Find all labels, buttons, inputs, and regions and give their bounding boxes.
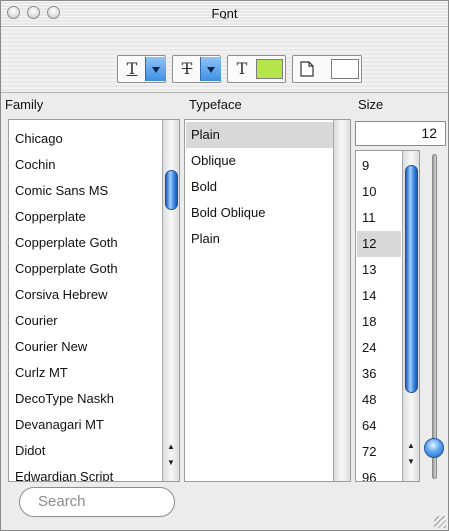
list-item[interactable]: 48 [362,387,396,413]
size-scrollbar[interactable]: ▲ ▼ [402,151,419,481]
list-item[interactable]: DecoType Naskh [15,386,163,412]
list-item[interactable]: Oblique [191,148,331,174]
list-item[interactable]: Comic Sans MS [15,178,163,204]
list-item[interactable]: 64 [362,413,396,439]
strikethrough-icon: T [181,59,193,78]
search-field[interactable]: Search [19,487,175,517]
scroll-up-arrow-icon[interactable]: ▲ [163,440,179,454]
list-item[interactable]: 18 [362,309,396,335]
typeface-list[interactable]: Plain Oblique Bold Bold Oblique Plain [184,119,351,482]
family-scrollbar[interactable]: ▲ ▼ [162,120,179,481]
list-item[interactable]: Courier [15,308,163,334]
strikethrough-button[interactable]: T [172,55,221,83]
size-list[interactable]: 9 10 11 12 13 14 18 24 36 48 64 72 96 ▲ … [355,150,420,482]
title-bar[interactable]: Font ⌃ [1,1,448,27]
size-input[interactable]: 12 [355,121,446,146]
list-item[interactable]: Plain [191,226,331,252]
strikethrough-dropdown-arrow-icon[interactable] [200,57,221,81]
list-item[interactable]: Cochin [15,152,163,178]
list-item[interactable]: 14 [362,283,396,309]
list-item[interactable]: 72 [362,439,396,465]
size-slider-knob[interactable] [424,438,444,458]
list-item[interactable]: Courier New [15,334,163,360]
underline-button[interactable]: T [117,55,166,83]
text-color-swatch[interactable] [256,59,283,79]
family-scroll-thumb[interactable] [165,170,178,210]
font-panel-window: Font ⌃ T T T Family Typeface Size Chicag… [0,0,449,531]
scroll-down-arrow-icon[interactable]: ▼ [163,456,179,470]
list-item[interactable]: Copperplate [15,204,163,230]
font-effects-toolbar [1,27,448,92]
scroll-up-arrow-icon[interactable]: ▲ [403,439,419,453]
size-header: Size [358,97,384,112]
typeface-header: Typeface [189,97,242,112]
size-slider-track[interactable] [432,154,437,479]
list-item[interactable]: Bold Oblique [191,200,331,226]
toolbar-divider [1,92,448,93]
list-item[interactable]: Devanagari MT [15,412,163,438]
list-item-selected[interactable]: 12 [357,231,401,257]
list-item[interactable]: 36 [362,361,396,387]
list-item[interactable]: Bold [191,174,331,200]
list-item[interactable]: Copperplate Goth [15,256,163,282]
list-item[interactable]: Corsiva Hebrew [15,282,163,308]
list-item[interactable]: 13 [362,257,396,283]
document-color-swatch[interactable] [331,59,359,79]
list-item[interactable]: 10 [362,179,396,205]
resize-grip-icon[interactable] [434,516,446,528]
text-color-button[interactable]: T [227,55,286,83]
list-item[interactable]: Chicago [15,126,163,152]
list-item[interactable]: Didot [15,438,163,464]
search-placeholder: Search [38,493,86,510]
list-item[interactable]: 9 [362,153,396,179]
list-item[interactable]: Copperplate Goth [15,230,163,256]
typeface-scrollbar[interactable] [333,120,350,481]
document-color-button[interactable] [292,55,362,83]
document-icon [300,61,314,77]
text-color-icon: T [236,59,248,78]
list-item[interactable]: 96 [362,465,396,481]
list-item[interactable]: Curlz MT [15,360,163,386]
underline-dropdown-arrow-icon[interactable] [145,57,166,81]
family-header: Family [5,97,44,112]
list-item-selected[interactable]: Plain [186,122,333,148]
family-list[interactable]: Chicago Cochin Comic Sans MS Copperplate… [8,119,180,482]
toolbar-toggle-icon[interactable]: ⌃ [217,15,233,27]
size-scroll-thumb[interactable] [405,165,418,393]
list-item[interactable]: 24 [362,335,396,361]
list-item[interactable]: 11 [362,205,396,231]
underline-icon: T [126,59,138,78]
list-item[interactable]: Edwardian Script [15,464,163,481]
scroll-down-arrow-icon[interactable]: ▼ [403,455,419,469]
